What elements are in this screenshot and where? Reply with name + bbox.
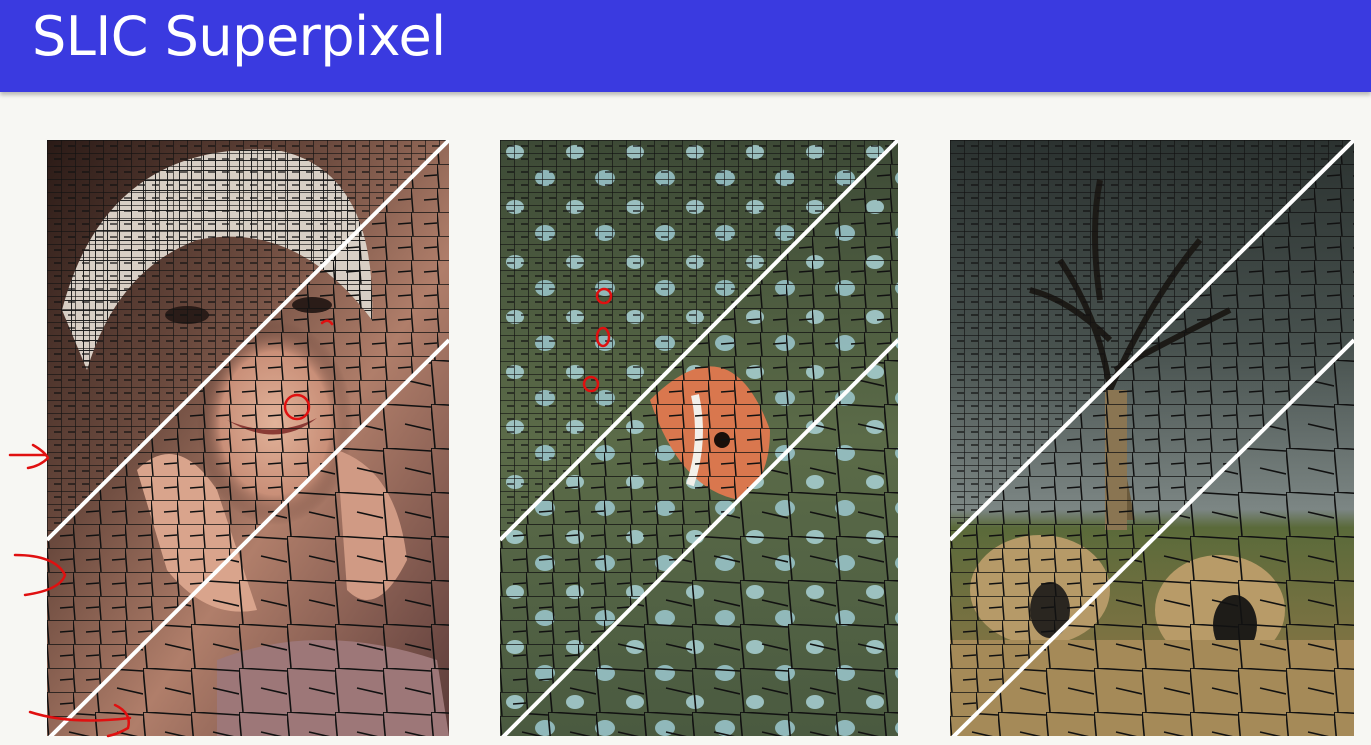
title-bar: SLIC Superpixel bbox=[0, 0, 1371, 92]
tree-superpixel-image bbox=[950, 140, 1354, 736]
annotation-arrow-1 bbox=[8, 443, 50, 470]
slide-title: SLIC Superpixel bbox=[32, 5, 446, 68]
clownfish-superpixel-image bbox=[500, 140, 898, 736]
portrait-superpixel-image bbox=[47, 140, 449, 736]
